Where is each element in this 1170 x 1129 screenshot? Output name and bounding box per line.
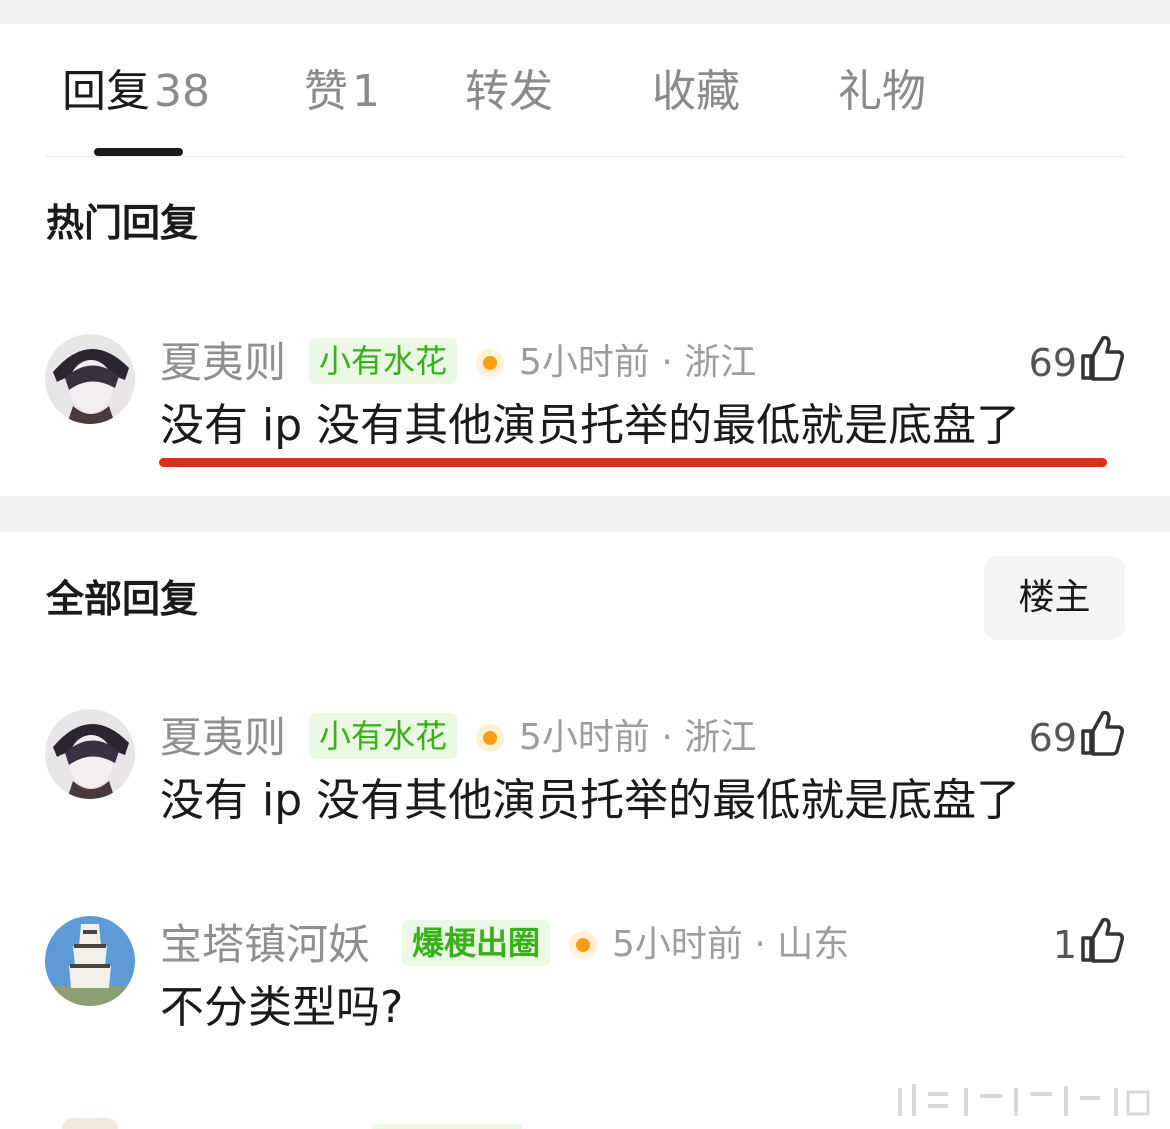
comment-item[interactable]: 夏夷则 小有水花 5小时前 · 浙江 69 没有 ip 没有其他演员托举的最低就… xyxy=(45,709,1125,829)
thumbs-up-icon[interactable] xyxy=(1079,709,1125,757)
comment-time: 5小时前 xyxy=(519,342,650,383)
comment-location: 山东 xyxy=(777,924,850,965)
tab-likes-count: 1 xyxy=(352,66,380,117)
like-count: 69 xyxy=(1028,716,1077,760)
username[interactable]: 夏夷则 xyxy=(160,713,286,763)
comment-location: 浙江 xyxy=(684,717,757,758)
tab-favorites[interactable]: 收藏 xyxy=(652,66,740,118)
comment-meta: 5小时前 · 浙江 xyxy=(519,717,757,758)
tab-bar: 回复38 赞1 转发 收藏 礼物 xyxy=(45,24,1125,157)
thumbs-up-icon[interactable] xyxy=(1079,916,1125,964)
comment-text: 没有 ip 没有其他演员托举的最低就是底盘了 xyxy=(160,400,1021,451)
user-level-badge: 小有水花 xyxy=(309,713,458,759)
like-count: 69 xyxy=(1028,341,1077,385)
avatar[interactable] xyxy=(45,334,135,424)
orange-dot-icon xyxy=(476,349,504,377)
tab-reposts[interactable]: 转发 xyxy=(465,66,553,118)
comment-text: 没有 ip 没有其他演员托举的最低就是底盘了 xyxy=(160,775,1021,826)
comment-item[interactable]: 宝塔镇河妖 爆梗出圈 5小时前 · 山东 1 不分类型吗? xyxy=(45,916,1125,1036)
hot-comment[interactable]: 夏夷则 小有水花 5小时前 · 浙江 69 没有 ip 没有其他演员托举的最低就… xyxy=(45,334,1125,484)
username[interactable]: 夏夷则 xyxy=(160,338,286,388)
thumbs-up-icon[interactable] xyxy=(1079,334,1125,382)
comment-time: 5小时前 xyxy=(519,717,650,758)
tab-reposts-label: 转发 xyxy=(465,66,553,117)
orange-dot-icon xyxy=(476,724,504,752)
tab-likes-label: 赞 xyxy=(304,66,348,117)
tab-gifts-label: 礼物 xyxy=(838,66,926,117)
tab-likes[interactable]: 赞1 xyxy=(304,66,380,118)
tab-favorites-label: 收藏 xyxy=(652,66,740,117)
comment-meta: 5小时前 · 浙江 xyxy=(519,342,757,383)
next-avatar-partial xyxy=(62,1118,118,1129)
op-only-filter-button[interactable]: 楼主 xyxy=(984,556,1125,640)
all-replies-title: 全部回复 xyxy=(46,577,199,621)
tab-replies-count: 38 xyxy=(154,66,210,117)
red-underline-annotation xyxy=(159,458,1107,467)
watermark-logo xyxy=(898,1084,1150,1116)
tab-replies-label: 回复 xyxy=(62,66,150,117)
tab-gifts[interactable]: 礼物 xyxy=(838,66,926,118)
like-count: 1 xyxy=(1052,923,1077,967)
comment-meta: 5小时前 · 山东 xyxy=(612,924,850,965)
next-badge-partial xyxy=(372,1124,522,1129)
active-tab-indicator xyxy=(94,148,183,156)
orange-dot-icon xyxy=(569,931,597,959)
user-level-badge: 爆梗出圈 xyxy=(402,920,551,966)
comment-time: 5小时前 xyxy=(612,924,743,965)
comment-text: 不分类型吗? xyxy=(160,982,404,1033)
comment-location: 浙江 xyxy=(684,342,757,383)
avatar[interactable] xyxy=(45,916,135,1006)
hot-replies-title: 热门回复 xyxy=(46,201,199,245)
avatar[interactable] xyxy=(45,709,135,799)
tab-replies[interactable]: 回复38 xyxy=(62,66,210,118)
user-level-badge: 小有水花 xyxy=(309,338,458,384)
username[interactable]: 宝塔镇河妖 xyxy=(160,920,370,970)
